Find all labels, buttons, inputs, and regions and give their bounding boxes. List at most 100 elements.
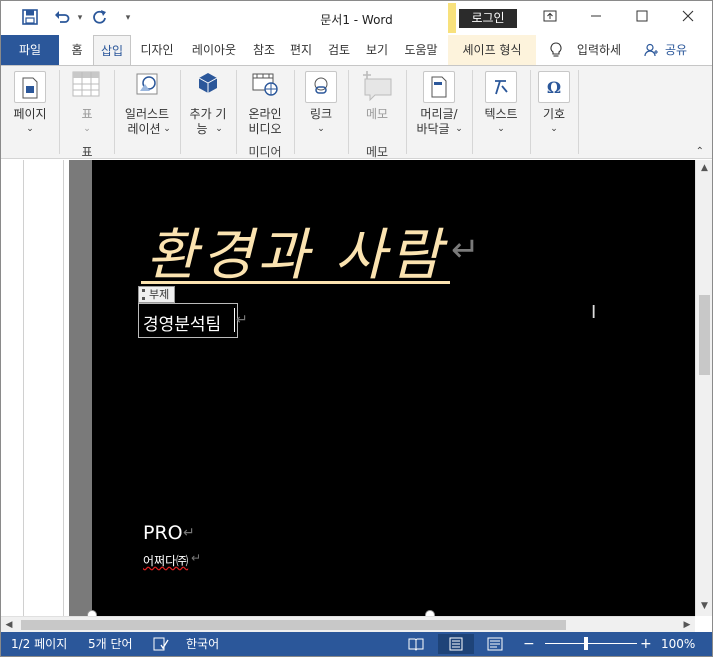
ribbon-separator — [59, 70, 60, 154]
document-area[interactable]: 환경과 사람 ↵ 부제 경영분석팀 ↵ I PRO ↵ 어쩌다㈜ ↵ — [1, 160, 695, 616]
zoom-slider-thumb[interactable] — [584, 637, 588, 650]
login-button[interactable]: 로그인 — [459, 9, 517, 28]
document-subtitle[interactable]: 경영분석팀 — [143, 310, 221, 335]
media-group-label: 미디어 — [248, 145, 282, 159]
scroll-up-icon[interactable]: ▲ — [696, 160, 713, 177]
contextual-accent — [448, 3, 456, 33]
group-symbols[interactable]: Ω 기호 ⌄ — [531, 66, 577, 159]
minimize-icon[interactable] — [573, 5, 619, 31]
share-person-icon[interactable] — [642, 35, 660, 65]
header-footer-dropdown-icon: ⌄ — [455, 124, 463, 134]
tab-review[interactable]: 검토 — [322, 35, 356, 65]
link-label: 링크 — [309, 107, 333, 121]
tab-help[interactable]: 도움말 — [398, 35, 444, 65]
document-line-pro[interactable]: PRO — [143, 522, 183, 544]
collapse-ribbon-icon[interactable]: ⌃ — [696, 146, 704, 157]
table-label: 표 — [81, 107, 93, 121]
tab-file[interactable]: 파일 — [1, 35, 59, 65]
group-header-footer[interactable]: 머리글/ 바닥글 ⌄ — [407, 66, 471, 159]
scroll-right-icon[interactable]: ▶ — [679, 617, 695, 633]
read-mode-icon[interactable] — [398, 634, 434, 654]
group-table[interactable]: 표 ⌄ 표 — [61, 66, 113, 159]
horizontal-scroll-thumb[interactable] — [21, 620, 566, 630]
vertical-scroll-thumb[interactable] — [699, 295, 710, 375]
margin-guide — [23, 160, 24, 616]
horizontal-scrollbar[interactable]: ◀ ▶ — [1, 616, 695, 632]
addins-dropdown-icon: ⌄ — [215, 124, 223, 134]
ibeam-cursor-icon: I — [591, 302, 597, 323]
group-illustrations[interactable]: 일러스트 레이션 ⌄ — [115, 66, 179, 159]
tab-mailings[interactable]: 편지 — [284, 35, 318, 65]
text-label: 텍스트 — [484, 107, 518, 121]
vertical-scrollbar[interactable]: ▲ ▼ — [695, 160, 712, 616]
group-pages[interactable]: 페이지 ⌄ — [1, 66, 59, 159]
paragraph-mark: ↵ — [191, 551, 202, 565]
pages-dropdown-icon: ⌄ — [26, 124, 34, 134]
tab-view[interactable]: 보기 — [360, 35, 394, 65]
lightbulb-icon[interactable] — [546, 35, 566, 65]
share-button[interactable]: 공유 — [661, 35, 691, 65]
proofing-icon[interactable] — [153, 632, 169, 656]
zoom-out-button[interactable]: − — [523, 632, 535, 656]
scroll-left-icon[interactable]: ◀ — [1, 617, 17, 633]
ribbon-tabs: 파일 홈 삽입 디자인 레이아웃 참조 편지 검토 보기 도움말 셰이프 형식 … — [1, 35, 712, 66]
page-icon — [14, 71, 46, 103]
document-title[interactable]: 환경과 사람 — [146, 210, 445, 291]
subtitle-tag-label: 부제 — [149, 288, 170, 301]
tab-references[interactable]: 참조 — [248, 35, 280, 65]
pages-label: 페이지 — [13, 107, 47, 121]
web-layout-icon[interactable] — [477, 634, 513, 654]
tell-me-search[interactable]: 입력하세 — [571, 35, 627, 65]
header-footer-label-2: 바닥글 — [416, 122, 450, 136]
group-media[interactable]: 온라인 비디오 미디어 — [237, 66, 293, 159]
group-addins[interactable]: 추가 기 능 ⌄ — [181, 66, 235, 159]
group-links[interactable]: 링크 ⌄ — [295, 66, 347, 159]
title-underline — [141, 281, 450, 284]
tab-insert[interactable]: 삽입 — [93, 35, 131, 66]
page-count[interactable]: 1/2 페이지 — [11, 632, 67, 656]
group-text[interactable]: 텍스트 ⌄ — [473, 66, 529, 159]
header-footer-label-1: 머리글/ — [420, 107, 458, 121]
title-bar: ▾ ▾ 문서1 - Word 로그인 — [1, 1, 712, 35]
zoom-in-button[interactable]: + — [640, 632, 652, 656]
tab-shape-format[interactable]: 셰이프 형식 — [448, 35, 536, 65]
document-line-company[interactable]: 어쩌다㈜ — [143, 552, 188, 569]
subtitle-content-control-tag[interactable]: 부제 — [138, 286, 175, 303]
text-dropdown-icon: ⌄ — [497, 124, 505, 134]
language-indicator[interactable]: 한국어 — [186, 632, 219, 656]
paragraph-mark: ↵ — [236, 312, 248, 328]
ribbon-separator — [578, 70, 579, 154]
drag-handle-icon[interactable] — [142, 289, 145, 300]
maximize-icon[interactable] — [619, 5, 665, 31]
page-gutter — [69, 160, 92, 616]
close-icon[interactable] — [665, 5, 711, 31]
omega-symbol-icon: Ω — [538, 71, 570, 103]
status-bar: 1/2 페이지 5개 단어 한국어 − + 100% — [1, 632, 712, 656]
header-footer-icon — [423, 71, 455, 103]
margin-guide — [63, 160, 64, 616]
word-count[interactable]: 5개 단어 — [88, 632, 133, 656]
scroll-down-icon[interactable]: ▼ — [696, 598, 713, 615]
addins-cube-icon — [192, 71, 224, 103]
tab-layout[interactable]: 레이아웃 — [183, 35, 245, 65]
text-box-icon — [485, 71, 517, 103]
tab-home[interactable]: 홈 — [63, 35, 91, 65]
addins-label-1: 추가 기 — [189, 107, 227, 121]
ribbon-display-options-icon[interactable] — [527, 5, 573, 31]
table-icon — [70, 71, 102, 103]
tab-design[interactable]: 디자인 — [134, 35, 180, 65]
print-layout-icon[interactable] — [438, 634, 474, 654]
illustrations-shapes-icon — [131, 71, 163, 103]
comments-group-label: 메모 — [365, 145, 389, 159]
text-cursor — [234, 308, 235, 332]
symbol-dropdown-icon: ⌄ — [550, 124, 558, 134]
online-video-icon — [249, 71, 281, 103]
group-comments[interactable]: 메모 메모 — [349, 66, 405, 159]
table-dropdown-icon: ⌄ — [83, 124, 91, 134]
paragraph-mark: ↵ — [183, 525, 195, 541]
zoom-slider-track[interactable] — [545, 643, 637, 644]
link-chain-icon — [305, 71, 337, 103]
illustrations-label-1: 일러스트 — [124, 107, 170, 121]
zoom-level[interactable]: 100% — [661, 632, 695, 656]
illustrations-dropdown-icon: ⌄ — [163, 124, 171, 134]
